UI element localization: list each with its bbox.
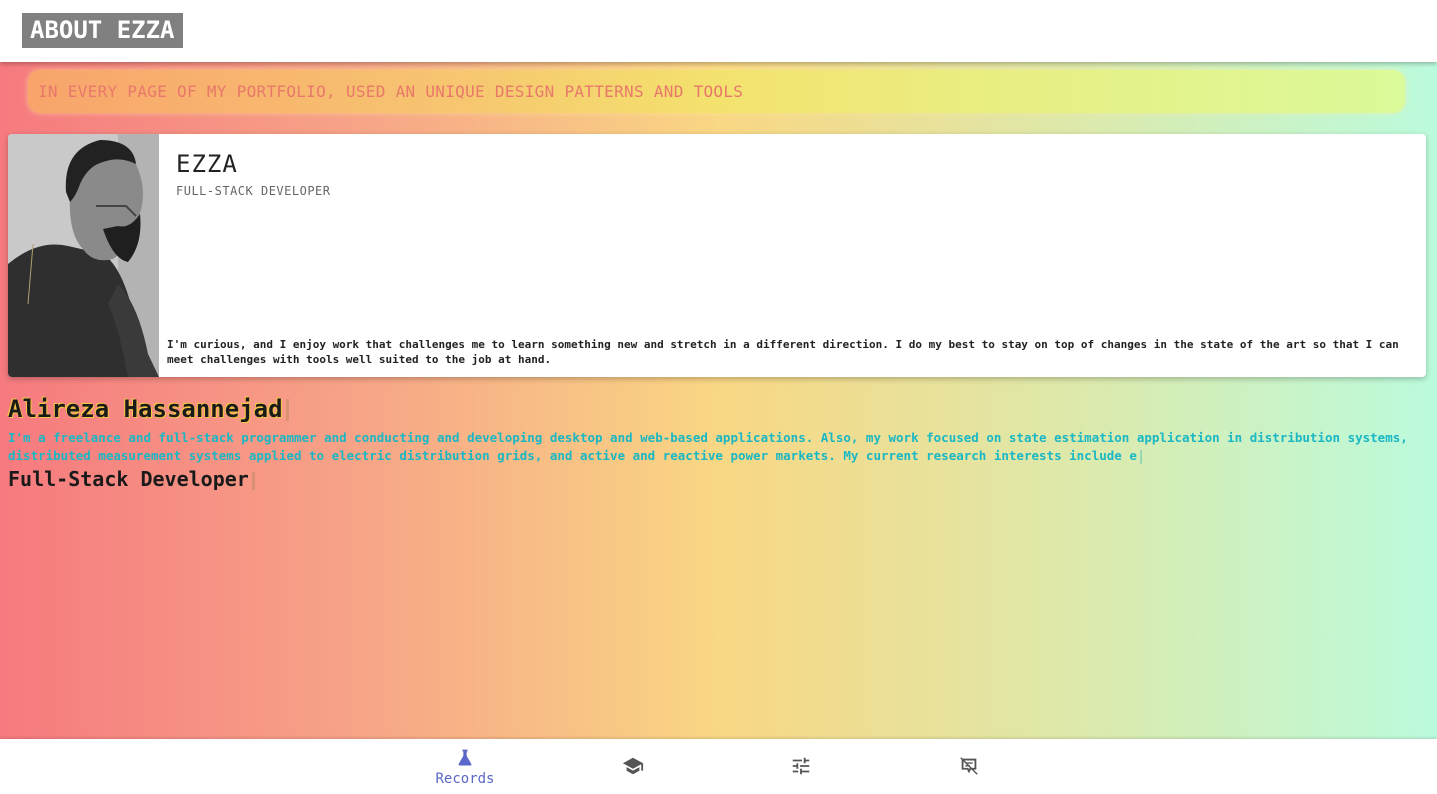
brand-title: ABOUT EZZA [22,13,183,48]
info-banner: IN EVERY PAGE OF MY PORTFOLIO, USED AN U… [28,70,1405,113]
typing-cursor [285,399,289,421]
profile-name: EZZA [176,150,238,178]
hero-bio-text: I'm a freelance and full-stack programme… [8,430,1408,463]
hero-name-heading: Alireza Hassannejad [8,395,289,423]
flask-icon [458,749,472,766]
profile-photo [8,134,159,377]
profile-description: I'm curious, and I enjoy work that chall… [167,338,1399,366]
hero-name-text: Alireza Hassannejad [8,395,283,423]
profile-role: FULL-STACK DEVELOPER [176,184,331,198]
graduation-cap-icon [622,757,644,775]
top-app-bar: ABOUT EZZA [0,0,1437,62]
profile-card: EZZA FULL-STACK DEVELOPER I'm curious, a… [8,134,1426,377]
nav-item-certificates[interactable] [914,739,1024,794]
main-content: IN EVERY PAGE OF MY PORTFOLIO, USED AN U… [0,62,1437,739]
nav-item-records[interactable]: Records [410,739,520,794]
hero-role-heading: Full-Stack Developer [8,467,255,491]
nav-item-education[interactable] [578,739,688,794]
sliders-icon [792,757,810,775]
typing-cursor [251,471,255,490]
typing-cursor [1139,449,1142,464]
portrait-image [8,134,159,377]
hero-role-text: Full-Stack Developer [8,467,249,491]
hero-bio: I'm a freelance and full-stack programme… [8,429,1408,465]
banner-text: IN EVERY PAGE OF MY PORTFOLIO, USED AN U… [38,82,744,101]
nav-item-skills[interactable] [746,739,856,794]
nav-label-records: Records [435,771,495,787]
certificate-icon [960,757,978,775]
bottom-navigation: Records [0,739,1437,794]
